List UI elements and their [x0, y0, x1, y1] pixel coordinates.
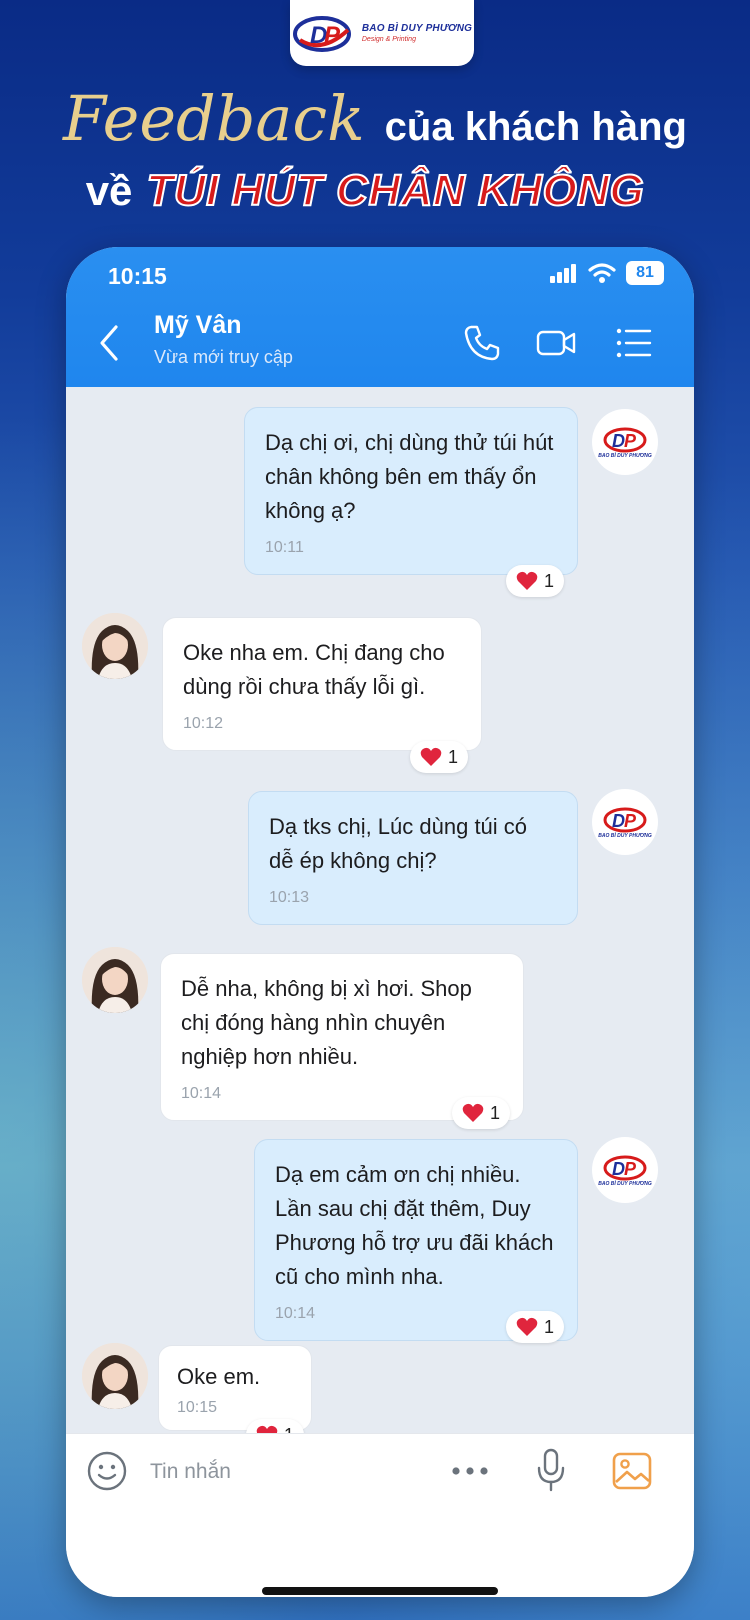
message-time: 10:12 — [183, 715, 224, 732]
svg-text:P: P — [324, 22, 341, 49]
brand-name: BAO BÌ DUY PHƯƠNG — [361, 23, 473, 34]
brand-tagline: Design & Printing — [361, 36, 416, 43]
image-icon[interactable] — [612, 1452, 652, 1490]
message-text: Dạ em cảm ơn chị nhiều. Lần sau chị đặt … — [275, 1162, 554, 1289]
more-dots-icon[interactable] — [450, 1456, 490, 1486]
message-time: 10:14 — [181, 1085, 222, 1102]
headline-feedback-word: Feedback — [63, 82, 365, 155]
brand-logo-icon: D P — [603, 807, 647, 833]
shop-avatar[interactable]: D P BAO BÌ DUY PHƯƠNG — [592, 1137, 658, 1203]
battery-indicator: 81 — [626, 261, 664, 285]
reaction-badge[interactable]: 1 — [506, 565, 565, 597]
brand-logo-icon: D P — [603, 427, 647, 453]
shop-avatar[interactable]: D P BAO BÌ DUY PHƯƠNG — [592, 789, 658, 855]
message-text: Oke nha em. Chị đang cho dùng rồi chưa t… — [183, 640, 445, 699]
message-time: 10:11 — [265, 539, 304, 556]
reaction-count: 1 — [544, 570, 555, 591]
message-bubble[interactable]: Oke nha em. Chị đang cho dùng rồi chưa t… — [162, 617, 482, 751]
message-text: Oke em. — [177, 1364, 261, 1389]
reaction-badge[interactable]: 1 — [410, 741, 469, 773]
message-bubble[interactable]: Dạ tks chị, Lúc dùng túi có dễ ép không … — [248, 791, 578, 925]
reaction-count: 1 — [544, 1316, 555, 1337]
heart-icon — [516, 571, 538, 590]
svg-text:P: P — [624, 811, 637, 831]
customer-avatar[interactable] — [82, 613, 148, 679]
shop-avatar-label: BAO BÌ DUY PHƯƠNG — [598, 833, 652, 839]
signal-icon — [550, 264, 576, 283]
svg-text:P: P — [624, 431, 637, 451]
reaction-badge[interactable]: 1 — [506, 1311, 565, 1343]
smiley-icon[interactable] — [86, 1450, 128, 1492]
customer-avatar[interactable] — [82, 947, 148, 1013]
heart-icon — [420, 747, 442, 766]
list-icon[interactable] — [614, 323, 654, 363]
headline-line-2: về TÚI HÚT CHÂN KHÔNG — [0, 165, 750, 216]
headline-line-1: Feedback của khách hàng — [0, 82, 750, 155]
phone-icon[interactable] — [462, 323, 502, 363]
customer-photo — [82, 947, 148, 1013]
message-bubble[interactable]: Dễ nha, không bị xì hơi. Shop chị đóng h… — [160, 953, 524, 1121]
message-input-bar: Tin nhắn — [66, 1433, 694, 1597]
reaction-badge[interactable]: 1 — [452, 1097, 511, 1129]
customer-avatar[interactable] — [82, 1343, 148, 1409]
message-text: Dễ nha, không bị xì hơi. Shop chị đóng h… — [181, 976, 472, 1069]
brand-logo: D P BAO BÌ DUY PHƯƠNG Design & Printing — [290, 0, 474, 66]
headline-product-name: TÚI HÚT CHÂN KHÔNG — [145, 165, 645, 216]
home-indicator[interactable] — [262, 1587, 498, 1595]
phone-mockup: 10:15 81 Mỹ Vân Vừa mới truy cập D P BAO… — [66, 247, 694, 1597]
message-text: Dạ tks chị, Lúc dùng túi có dễ ép không … — [269, 814, 528, 873]
reaction-count: 1 — [448, 746, 459, 767]
svg-text:P: P — [624, 1159, 637, 1179]
customer-photo — [82, 1343, 148, 1409]
message-time: 10:15 — [177, 1399, 218, 1416]
chat-thread: D P BAO BÌ DUY PHƯƠNG Dạ chị ơi, chị dùn… — [66, 387, 694, 1467]
video-icon[interactable] — [536, 323, 576, 363]
message-bubble[interactable]: Dạ chị ơi, chị dùng thử túi hút chân khô… — [244, 407, 578, 575]
status-time: 10:15 — [108, 263, 167, 289]
chevron-left-icon[interactable] — [94, 323, 124, 363]
contact-name[interactable]: Mỹ Vân — [154, 311, 242, 340]
shop-avatar-label: BAO BÌ DUY PHƯƠNG — [598, 453, 652, 459]
headline-line-1-rest: của khách hàng — [384, 105, 687, 149]
customer-photo — [82, 613, 148, 679]
heart-icon — [462, 1103, 484, 1122]
message-input[interactable]: Tin nhắn — [150, 1460, 231, 1484]
contact-status: Vừa mới truy cập — [154, 347, 293, 367]
reaction-count: 1 — [490, 1102, 501, 1123]
chat-header: 10:15 81 Mỹ Vân Vừa mới truy cập — [66, 247, 694, 387]
status-icons: 81 — [550, 261, 664, 285]
message-text: Dạ chị ơi, chị dùng thử túi hút chân khô… — [265, 430, 554, 523]
brand-logo-mark: D P — [292, 16, 351, 52]
wifi-icon — [588, 263, 616, 283]
shop-avatar-label: BAO BÌ DUY PHƯƠNG — [598, 1181, 652, 1187]
microphone-icon[interactable] — [536, 1448, 566, 1492]
headline-line-2-prefix: về — [85, 167, 133, 214]
brand-logo-icon: D P — [603, 1155, 647, 1181]
message-time: 10:13 — [269, 889, 310, 906]
heart-icon — [516, 1317, 538, 1336]
shop-avatar[interactable]: D P BAO BÌ DUY PHƯƠNG — [592, 409, 658, 475]
